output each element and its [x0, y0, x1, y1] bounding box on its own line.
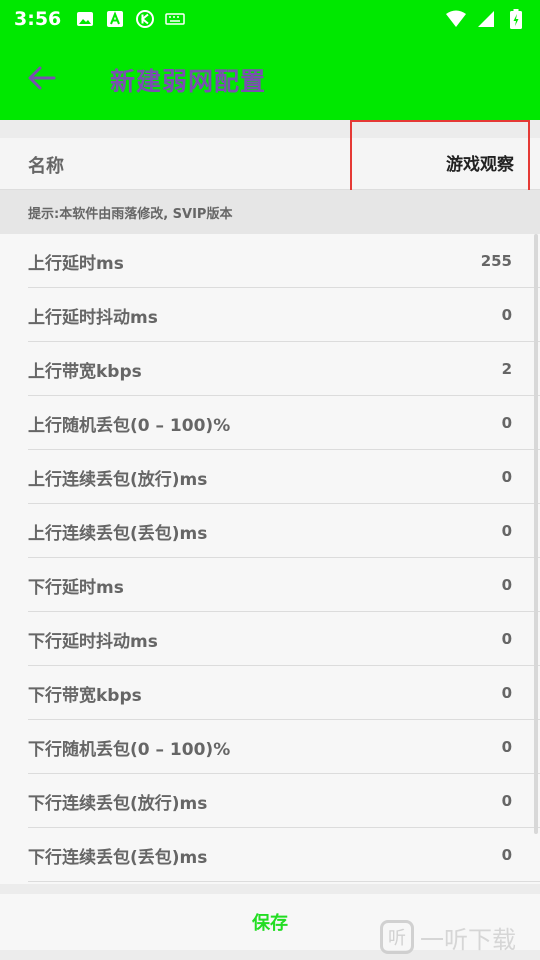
row-label: 上行带宽kbps	[28, 361, 142, 382]
app-bar: 新建弱网配置	[0, 38, 540, 120]
row-value[interactable]: 0	[502, 846, 512, 864]
list-item[interactable]: 上行延时抖动ms 0	[0, 288, 540, 342]
row-value[interactable]: 255	[481, 252, 512, 270]
arrow-left-icon	[28, 66, 56, 94]
name-input[interactable]	[350, 120, 530, 194]
row-label: 上行随机丢包(0 – 100)%	[28, 415, 231, 436]
a-app-icon	[105, 9, 125, 29]
list-item[interactable]: 上行连续丢包(放行)ms 0	[0, 450, 540, 504]
list-item[interactable]: 上行带宽kbps 2	[0, 342, 540, 396]
list-item[interactable]: 下行延时抖动ms 0	[0, 612, 540, 666]
settings-list[interactable]: 上行延时ms 255 上行延时抖动ms 0 上行带宽kbps 2 上行随机丢包(…	[0, 234, 540, 884]
row-label: 下行随机丢包(0 – 100)%	[28, 739, 231, 760]
row-label: 上行延时抖动ms	[28, 307, 158, 328]
signal-icon	[476, 9, 496, 29]
row-label: 下行连续丢包(放行)ms	[28, 793, 208, 814]
list-item[interactable]: 下行延时ms 0	[0, 558, 540, 612]
hint-text: 提示:本软件由雨落修改, SVIP版本	[0, 190, 540, 234]
row-label: 上行延时ms	[28, 253, 124, 274]
system-icons	[446, 9, 526, 29]
row-value[interactable]: 0	[502, 684, 512, 702]
divider	[28, 881, 540, 882]
row-value[interactable]: 0	[502, 738, 512, 756]
row-label: 上行连续丢包(丢包)ms	[28, 523, 208, 544]
k-circle-icon	[135, 9, 155, 29]
watermark-text: 一听下载	[420, 925, 516, 954]
watermark-logo: 听	[380, 920, 414, 954]
scrollbar[interactable]	[534, 234, 538, 834]
row-label: 上行连续丢包(放行)ms	[28, 469, 208, 490]
row-label: 下行带宽kbps	[28, 685, 142, 706]
row-value[interactable]: 0	[502, 576, 512, 594]
list-item[interactable]: 下行连续丢包(丢包)ms 0	[0, 828, 540, 882]
name-row: 名称	[0, 120, 540, 194]
status-time: 3:56	[14, 8, 62, 30]
row-label: 下行延时ms	[28, 577, 124, 598]
wifi-icon	[446, 9, 466, 29]
keyboard-icon	[165, 9, 186, 29]
row-value[interactable]: 2	[502, 360, 512, 378]
page-title: 新建弱网配置	[110, 67, 267, 96]
list-item[interactable]: 上行延时ms 255	[0, 234, 540, 288]
row-label: 下行连续丢包(丢包)ms	[28, 847, 208, 868]
list-item[interactable]: 上行随机丢包(0 – 100)% 0	[0, 396, 540, 450]
row-value[interactable]: 0	[502, 468, 512, 486]
watermark: 听 一听下载	[380, 914, 540, 960]
list-item[interactable]: 下行随机丢包(0 – 100)% 0	[0, 720, 540, 774]
row-value[interactable]: 0	[502, 306, 512, 324]
notification-icons	[75, 9, 186, 29]
list-item[interactable]: 下行带宽kbps 0	[0, 666, 540, 720]
list-item[interactable]: 上行连续丢包(丢包)ms 0	[0, 504, 540, 558]
list-item[interactable]: 下行连续丢包(放行)ms 0	[0, 774, 540, 828]
row-value[interactable]: 0	[502, 630, 512, 648]
status-bar: 3:56	[0, 0, 540, 38]
name-label: 名称	[28, 156, 64, 177]
image-icon	[75, 9, 95, 29]
row-label: 下行延时抖动ms	[28, 631, 158, 652]
row-value[interactable]: 0	[502, 522, 512, 540]
row-value[interactable]: 0	[502, 414, 512, 432]
battery-icon	[506, 9, 526, 29]
row-value[interactable]: 0	[502, 792, 512, 810]
back-button[interactable]	[22, 60, 62, 100]
